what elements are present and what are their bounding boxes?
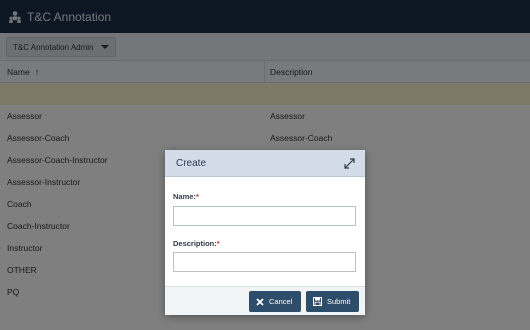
name-label-text: Name: bbox=[173, 192, 196, 201]
create-dialog: Create Name:* Description:* Cancel Submi… bbox=[165, 150, 365, 315]
expand-icon[interactable] bbox=[344, 158, 355, 169]
required-marker: * bbox=[216, 239, 220, 248]
dialog-footer: Cancel Submit bbox=[165, 286, 365, 315]
cancel-button[interactable]: Cancel bbox=[249, 291, 301, 312]
required-marker: * bbox=[195, 192, 199, 201]
dialog-header: Create bbox=[165, 150, 365, 177]
name-field[interactable] bbox=[173, 206, 356, 226]
description-field[interactable] bbox=[173, 252, 356, 272]
close-icon bbox=[256, 297, 264, 306]
cancel-button-label: Cancel bbox=[269, 297, 293, 306]
submit-button-label: Submit bbox=[327, 297, 351, 306]
name-label: Name:* bbox=[173, 192, 199, 201]
dialog-title: Create bbox=[176, 158, 207, 169]
description-label: Description:* bbox=[173, 239, 220, 248]
save-icon bbox=[313, 297, 322, 306]
description-label-text: Description: bbox=[173, 239, 217, 248]
submit-button[interactable]: Submit bbox=[306, 291, 359, 312]
